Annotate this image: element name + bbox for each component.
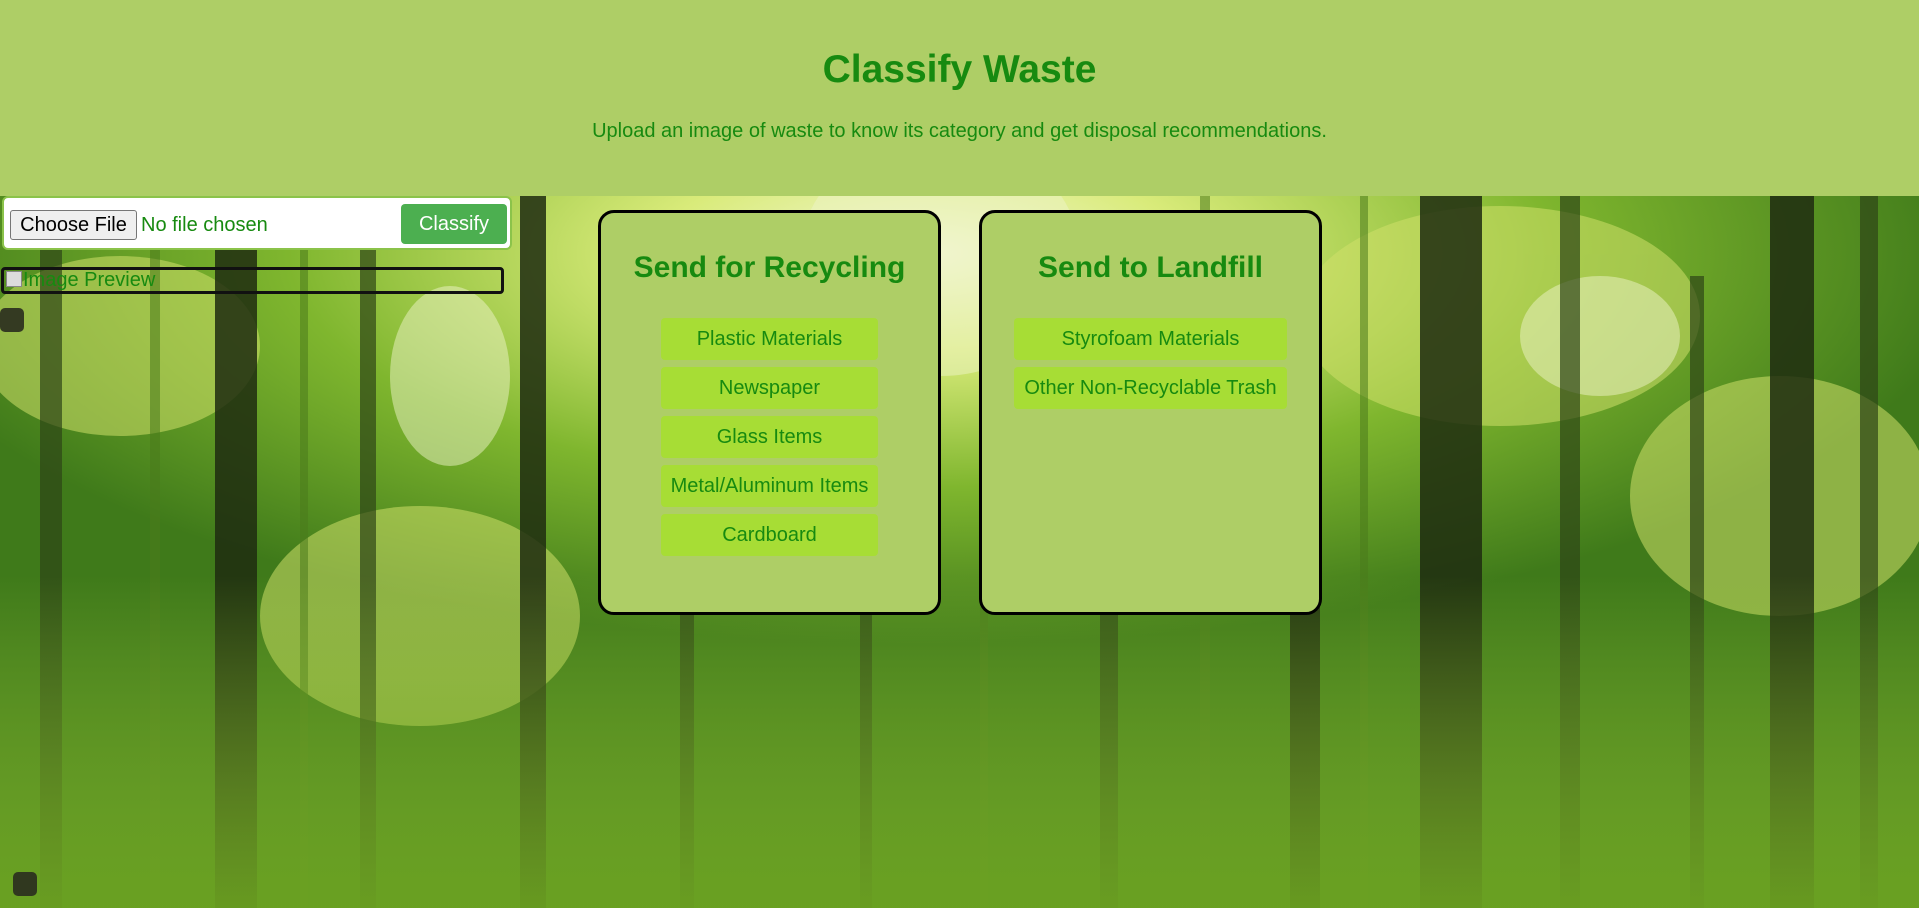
recycling-item-newspaper[interactable]: Newspaper [661, 367, 878, 409]
recycling-title: Send for Recycling [633, 251, 906, 284]
image-preview: Image Preview [1, 267, 504, 294]
landfill-title: Send to Landfill [1038, 251, 1263, 284]
broken-image-icon [6, 271, 22, 287]
recycling-item-cardboard[interactable]: Cardboard [661, 514, 878, 556]
dark-square-icon [13, 872, 37, 896]
page-title: Classify Waste [822, 48, 1097, 91]
forest-background-image [0, 196, 1919, 908]
upload-form: Choose File No file chosen Classify [2, 196, 512, 250]
landfill-item-other-trash[interactable]: Other Non-Recyclable Trash [1014, 367, 1287, 409]
landfill-item-styrofoam[interactable]: Styrofoam Materials [1014, 318, 1287, 360]
recycling-list: Plastic Materials Newspaper Glass Items … [601, 318, 938, 556]
page-subtitle: Upload an image of waste to know its cat… [592, 120, 1327, 142]
file-status-text: No file chosen [141, 214, 268, 236]
recycling-item-metal[interactable]: Metal/Aluminum Items [661, 465, 878, 507]
choose-file-button[interactable]: Choose File [10, 210, 137, 240]
landfill-panel: Send to Landfill Styrofoam Materials Oth… [979, 210, 1322, 615]
dark-square-icon [0, 308, 24, 332]
page-header: Classify Waste Upload an image of waste … [0, 0, 1919, 196]
landfill-list: Styrofoam Materials Other Non-Recyclable… [982, 318, 1319, 409]
recycling-item-plastic[interactable]: Plastic Materials [661, 318, 878, 360]
image-preview-alt-text: Image Preview [23, 269, 156, 291]
recycling-panel: Send for Recycling Plastic Materials New… [598, 210, 941, 615]
recycling-item-glass[interactable]: Glass Items [661, 416, 878, 458]
classify-button[interactable]: Classify [401, 204, 507, 244]
